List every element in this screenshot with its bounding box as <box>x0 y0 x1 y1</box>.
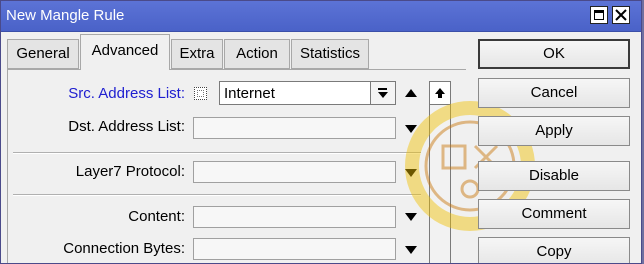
layer7-protocol-field[interactable] <box>193 161 396 183</box>
up-arrow-icon[interactable] <box>405 89 417 97</box>
connection-bytes-dropdown-icon[interactable] <box>405 246 417 254</box>
layer7-protocol-label: Layer7 Protocol: <box>75 163 185 180</box>
restore-button[interactable] <box>590 6 608 24</box>
tab-general[interactable]: General <box>7 39 79 69</box>
scroll-up-bar <box>438 94 442 98</box>
apply-button[interactable]: Apply <box>478 116 630 146</box>
tab-extra[interactable]: Extra <box>171 39 223 69</box>
separator <box>13 194 421 196</box>
src-address-list-label: Src. Address List: <box>68 85 185 102</box>
comment-button[interactable]: Comment <box>478 199 630 229</box>
dst-address-list-field[interactable] <box>193 117 396 139</box>
copy-button[interactable]: Copy <box>478 237 630 263</box>
title-bar[interactable]: New Mangle Rule <box>1 1 641 32</box>
ok-button[interactable]: OK <box>478 39 630 69</box>
tab-statistics[interactable]: Statistics <box>291 39 369 69</box>
tab-action[interactable]: Action <box>224 39 290 69</box>
tab-advanced[interactable]: Advanced <box>80 34 170 70</box>
window-title: New Mangle Rule <box>6 7 125 24</box>
restore-icon <box>594 10 604 20</box>
cancel-button[interactable]: Cancel <box>478 78 630 108</box>
close-icon <box>615 9 627 21</box>
connection-bytes-label: Connection Bytes: <box>63 240 185 257</box>
connection-bytes-field[interactable] <box>193 238 396 260</box>
src-address-list-negate-checkbox[interactable] <box>194 87 207 100</box>
mangle-rule-window: New Mangle Rule General Advanced Extra A… <box>0 0 642 264</box>
content-field[interactable] <box>193 206 396 228</box>
src-address-list-dropdown-button[interactable] <box>371 81 396 105</box>
separator <box>13 152 421 154</box>
src-address-list-input[interactable] <box>219 81 371 105</box>
dropdown-bar-icon <box>378 88 387 90</box>
dst-address-list-label: Dst. Address List: <box>68 118 185 135</box>
content-label: Content: <box>128 208 185 225</box>
dropdown-arrow-icon <box>378 92 388 98</box>
close-button[interactable] <box>612 6 630 24</box>
disable-button[interactable]: Disable <box>478 161 630 191</box>
